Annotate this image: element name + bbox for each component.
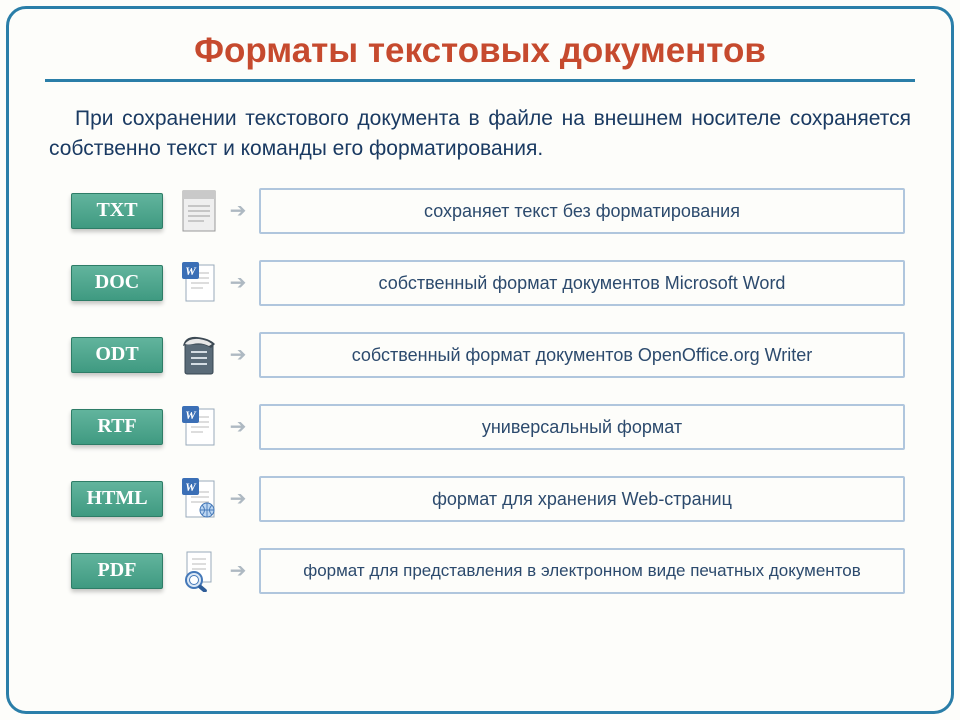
format-row: HTML W ➔ формат для хранения Web-страниц xyxy=(71,471,915,527)
arrow-icon: ➔ xyxy=(217,486,259,511)
svg-text:W: W xyxy=(185,408,197,422)
format-badge-html: HTML xyxy=(71,481,163,517)
format-row: TXT ➔ сохраняет текст без форматирования xyxy=(71,183,915,239)
format-desc: собственный формат документов OpenOffice… xyxy=(259,332,905,378)
format-row: PDF ➔ формат для представления в электро… xyxy=(71,543,915,599)
arrow-icon: ➔ xyxy=(217,558,259,583)
intro-text: При сохранении текстового документа в фа… xyxy=(45,104,915,165)
slide-frame: Форматы текстовых документов При сохране… xyxy=(6,6,954,714)
arrow-icon: ➔ xyxy=(217,198,259,223)
odt-file-icon xyxy=(181,333,217,377)
arrow-icon: ➔ xyxy=(217,342,259,367)
format-row: RTF W ➔ универсальный формат xyxy=(71,399,915,455)
arrow-icon: ➔ xyxy=(217,270,259,295)
svg-text:W: W xyxy=(185,480,197,494)
format-badge-rtf: RTF xyxy=(71,409,163,445)
page-title: Форматы текстовых документов xyxy=(45,31,915,82)
pdf-file-icon xyxy=(181,549,217,593)
html-file-icon: W xyxy=(181,477,217,521)
format-desc: формат для представления в электронном в… xyxy=(259,548,905,594)
format-desc: формат для хранения Web-страниц xyxy=(259,476,905,522)
format-badge-pdf: PDF xyxy=(71,553,163,589)
svg-text:W: W xyxy=(185,264,197,278)
format-list: TXT ➔ сохраняет текст без форматирования… xyxy=(45,183,915,599)
format-badge-txt: TXT xyxy=(71,193,163,229)
format-desc: собственный формат документов Microsoft … xyxy=(259,260,905,306)
format-row: ODT ➔ собственный формат документов Open… xyxy=(71,327,915,383)
doc-file-icon: W xyxy=(181,261,217,305)
format-badge-odt: ODT xyxy=(71,337,163,373)
rtf-file-icon: W xyxy=(181,405,217,449)
format-desc: универсальный формат xyxy=(259,404,905,450)
format-badge-doc: DOC xyxy=(71,265,163,301)
txt-file-icon xyxy=(181,189,217,233)
format-row: DOC W ➔ собственный формат документов Mi… xyxy=(71,255,915,311)
arrow-icon: ➔ xyxy=(217,414,259,439)
format-desc: сохраняет текст без форматирования xyxy=(259,188,905,234)
